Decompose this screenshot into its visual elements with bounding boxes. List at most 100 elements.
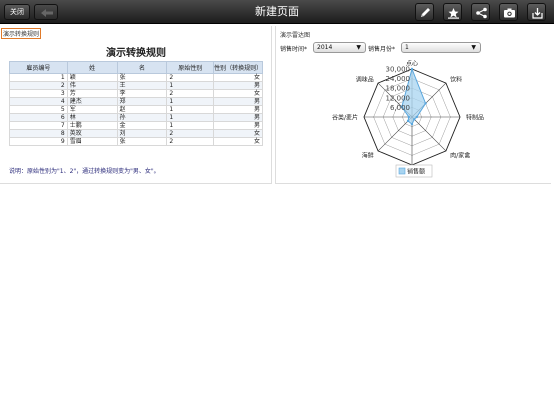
radar-category-label: 海鲜 xyxy=(362,152,374,160)
table-cell: 刘 xyxy=(116,129,168,138)
radar-category-label: 谷类/麦片 xyxy=(332,114,358,122)
report-note: 说明：原始性别为"1、2"，通过转换规则变为"男、女"。 xyxy=(9,168,160,175)
table-cell: 女 xyxy=(213,137,263,146)
radar-category-label: 特制品 xyxy=(466,114,484,122)
camera-icon xyxy=(504,8,515,18)
radar-chart: 6,00012,00018,00024,00030,000点心饮料特制品肉/家禽… xyxy=(332,60,484,178)
table-cell: 颖 xyxy=(66,73,118,82)
table-cell: 士鹏 xyxy=(66,121,118,130)
table-row: 7 士鹏金 1 男 xyxy=(9,121,263,130)
download-button[interactable] xyxy=(527,3,546,21)
table-cell: 孙 xyxy=(116,113,168,122)
favorite-button[interactable] xyxy=(443,3,462,21)
table-cell: 伟 xyxy=(66,81,118,90)
radar-category-label: 饮料 xyxy=(450,75,462,83)
radar-point xyxy=(407,115,410,119)
sales-time-select[interactable]: 2014 ▼ xyxy=(313,42,366,53)
report-tag: 演示转换规则 xyxy=(1,28,42,39)
table-cell: 5 xyxy=(9,105,68,114)
table-row: 2伟王1男 xyxy=(9,81,263,90)
table-cell: 男 xyxy=(213,97,263,106)
table-cell: 2 xyxy=(9,81,68,90)
column-header: 雇员编号 xyxy=(9,61,68,74)
top-toolbar: 关闭 新建页面 xyxy=(0,0,554,24)
table-cell: 4 xyxy=(9,97,68,106)
report-title: 演示转换规则 xyxy=(106,48,166,59)
dropdown-arrow-icon: ▼ xyxy=(356,44,361,51)
radar-chart-panel: 演示雷达图 销售时间* 2014 ▼ 销售月份* 1 ▼ 6,000 12,000… xyxy=(275,26,551,184)
table-cell: 李 xyxy=(116,89,168,98)
table-cell: 女 xyxy=(213,73,263,82)
share-icon xyxy=(476,7,487,19)
table-row: 1颖张2女 xyxy=(9,73,263,82)
radar-tick-label: 18,000 xyxy=(386,85,411,93)
radar-point xyxy=(424,102,427,105)
column-header: 姓 xyxy=(66,61,118,74)
conversion-report-panel: 演示转换规则 演示转换规则 雇员编号 姓 名 原始性别 性别（转换规则） 1颖张… xyxy=(0,26,272,184)
table-cell: 1 xyxy=(9,73,68,82)
table-cell: 2 xyxy=(166,73,215,82)
column-header: 名 xyxy=(116,61,168,74)
legend-label: 销售额 xyxy=(407,168,425,176)
sales-time-value: 2014 xyxy=(317,44,333,51)
table-row: 4 建杰郑 1 男 xyxy=(9,97,263,106)
table-cell: 3 xyxy=(9,89,68,98)
radar-point xyxy=(415,115,418,119)
table-cell: 王 xyxy=(116,81,168,90)
radar-point xyxy=(413,118,416,121)
table-cell: 1 xyxy=(166,121,215,130)
employee-table: 雇员编号 姓 名 原始性别 性别（转换规则） 1颖张2女2伟王1男3芳李2女4建… xyxy=(9,61,263,146)
sales-month-label: 销售月份* xyxy=(368,46,396,53)
screenshot-button[interactable] xyxy=(499,3,518,21)
radar-category-label: 调味品 xyxy=(356,75,374,83)
table-cell: 男 xyxy=(213,121,263,130)
pencil-icon xyxy=(421,8,430,17)
table-cell: 张 xyxy=(116,137,168,146)
legend-swatch xyxy=(398,167,406,175)
table-cell: 英玫 xyxy=(66,129,118,138)
sales-month-select[interactable]: 1 ▼ xyxy=(401,42,481,53)
table-cell: 2 xyxy=(166,129,215,138)
star-add-icon xyxy=(448,8,459,19)
table-cell: 郑 xyxy=(116,97,168,106)
dropdown-arrow-icon: ▼ xyxy=(471,44,476,51)
table-row: 3芳李2女 xyxy=(9,89,263,98)
table-cell: 军 xyxy=(66,105,118,114)
radar-category-label: 肉/家禽 xyxy=(450,152,470,160)
table-cell: 1 xyxy=(166,105,215,114)
radar-tick-label: 24,000 xyxy=(386,75,411,83)
edit-button[interactable] xyxy=(415,3,434,21)
table-cell: 芳 xyxy=(66,89,118,98)
radar-point xyxy=(406,119,410,123)
chart-tag: 演示雷达图 xyxy=(280,32,311,39)
radar-category-label: 点心 xyxy=(406,60,418,68)
sales-time-label: 销售时间* xyxy=(280,46,308,53)
table-cell: 1 xyxy=(166,113,215,122)
table-cell: 2 xyxy=(166,89,215,98)
share-button[interactable] xyxy=(471,3,490,21)
table-row: 5军赵1男 xyxy=(9,105,263,114)
radar-tick-label: 6,000 xyxy=(390,104,410,112)
table-cell: 金 xyxy=(116,121,168,130)
table-cell: 1 xyxy=(166,81,215,90)
table-row: 9 雪眉张 2 女 xyxy=(9,137,263,146)
table-cell: 女 xyxy=(213,89,263,98)
table-cell: 7 xyxy=(9,121,68,130)
radar-tick-label: 12,000 xyxy=(386,94,411,102)
radar-point xyxy=(410,67,414,71)
column-header: 性别（转换规则） xyxy=(213,61,263,74)
table-cell: 男 xyxy=(213,113,263,122)
table-cell: 6 xyxy=(9,113,68,122)
table-cell: 8 xyxy=(9,129,68,138)
table-cell: 林 xyxy=(66,113,118,122)
table-row: 8 英玫刘 2 女 xyxy=(9,129,263,138)
sales-month-value: 1 xyxy=(405,44,409,51)
table-cell: 1 xyxy=(166,97,215,106)
table-row: 6林孙1男 xyxy=(9,113,263,122)
table-cell: 2 xyxy=(166,137,215,146)
table-cell: 男 xyxy=(213,105,263,114)
download-icon xyxy=(532,8,543,19)
table-cell: 雪眉 xyxy=(66,137,118,146)
table-cell: 9 xyxy=(9,137,68,146)
table-cell: 男 xyxy=(213,81,263,90)
